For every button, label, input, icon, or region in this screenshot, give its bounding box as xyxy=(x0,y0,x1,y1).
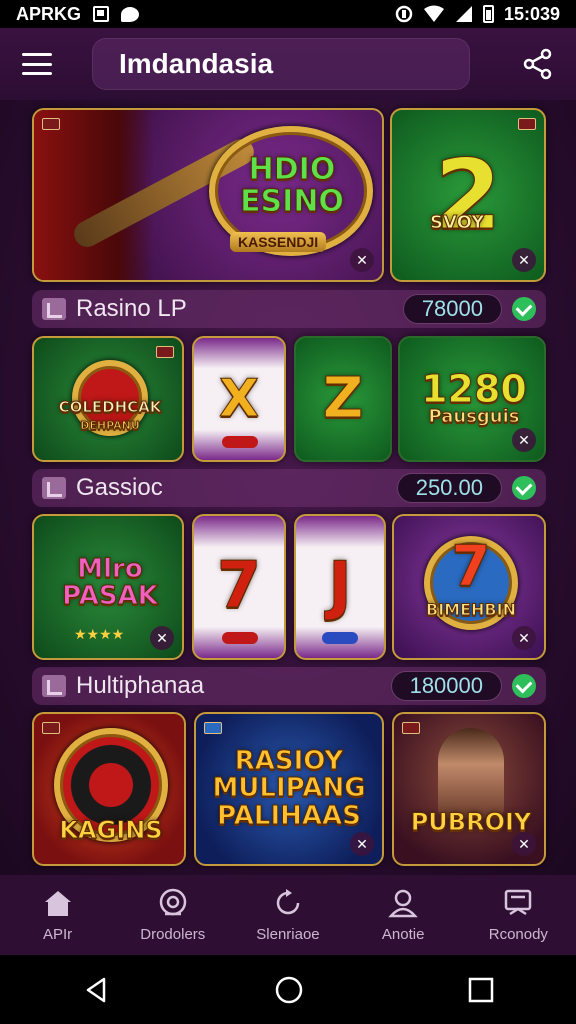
menu-icon[interactable] xyxy=(22,53,52,75)
search-bar[interactable] xyxy=(92,38,494,90)
clock: 15:039 xyxy=(503,3,560,24)
tile-expand-icon[interactable]: ✕ xyxy=(512,832,536,856)
game-tile-1280[interactable]: 1280 Pausguis ✕ xyxy=(398,336,546,462)
game-title: RASIOY MULIPANG PALIHAAS xyxy=(212,746,366,831)
message-icon xyxy=(121,6,140,22)
slot-ribbon xyxy=(222,436,258,448)
tile-expand-icon[interactable]: ✕ xyxy=(512,428,536,452)
app-bar xyxy=(0,28,576,100)
category-icon xyxy=(42,298,66,320)
category-value: 180000 xyxy=(390,671,502,701)
game-subtitle: Pausguis xyxy=(428,406,520,427)
screenshot-icon xyxy=(93,6,110,22)
category-label: Rasino LP xyxy=(76,295,187,322)
game-tile-rasioy[interactable]: RASIOY MULIPANG PALIHAAS ✕ xyxy=(194,712,384,866)
game-tile-z-slot[interactable]: Z xyxy=(294,336,392,462)
game-tile-colehcak[interactable]: COLEDHCAK DEHPANU xyxy=(32,336,184,462)
nav-item-drodolers[interactable]: Drodolers xyxy=(118,888,228,943)
game-title: Mlro PASAK xyxy=(62,554,159,612)
game-tile-pubroiy[interactable]: PUBROIY ✕ xyxy=(392,712,546,866)
status-app-text: APRKG xyxy=(16,3,82,24)
signal-icon xyxy=(455,6,472,22)
category-row-3[interactable]: Hultiphanaa 180000 xyxy=(32,667,546,705)
slot-subtitle: SVOY xyxy=(429,212,485,233)
nav-label: Rconody xyxy=(488,925,548,943)
game-title: KAGINS xyxy=(59,816,163,844)
featured-tile-casino[interactable]: HDIO ESINO KASSENDJI ✕ xyxy=(32,108,384,282)
category-row-1[interactable]: Rasino LP 78000 xyxy=(32,290,546,328)
battery-icon xyxy=(482,5,494,23)
tile-flag xyxy=(42,118,60,130)
slot-ribbon xyxy=(222,632,258,644)
tile-expand-icon[interactable]: ✕ xyxy=(512,248,536,272)
nav-item-home[interactable]: APIr xyxy=(3,888,113,943)
back-icon[interactable] xyxy=(82,976,110,1004)
tile-flag xyxy=(204,722,222,734)
tile-flag xyxy=(156,346,174,358)
game-tile-kagins[interactable]: KAGINS xyxy=(32,712,186,866)
check-icon xyxy=(512,476,536,500)
game-title: 7 xyxy=(216,549,262,624)
game-tile-bimehbin[interactable]: 7 BIMEHBIN ✕ xyxy=(392,514,546,660)
game-tile-j-slot[interactable]: J xyxy=(294,514,386,660)
nav-label: APIr xyxy=(43,925,73,943)
wallet-icon xyxy=(505,889,532,915)
status-bar: APRKG 15:039 xyxy=(0,0,576,28)
slot-ribbon xyxy=(322,632,358,644)
stars-graphic: ★★★★ xyxy=(74,626,125,642)
category-label: Hultiphanaa xyxy=(76,672,205,699)
tile-expand-icon[interactable]: ✕ xyxy=(512,626,536,650)
bottom-nav: APIr Drodolers Slenriaoe Anotie Rconody xyxy=(0,875,576,955)
wifi-icon xyxy=(423,5,444,22)
game-number: 7 xyxy=(451,534,491,599)
nav-label: Slenriaoe xyxy=(256,925,320,943)
tile-expand-icon[interactable]: ✕ xyxy=(350,832,374,856)
game-title: X xyxy=(218,368,260,429)
tile-flag xyxy=(518,118,536,130)
category-row-2[interactable]: Gassioc 250.00 xyxy=(32,469,546,507)
category-icon xyxy=(42,675,66,697)
tile-flag xyxy=(42,722,60,734)
category-value: 250.00 xyxy=(396,473,502,503)
tile-expand-icon[interactable]: ✕ xyxy=(350,248,374,272)
game-subtitle: DEHPANU xyxy=(80,419,141,432)
category-icon xyxy=(42,477,66,499)
tile-flag xyxy=(402,722,420,734)
refresh-icon xyxy=(276,888,300,914)
category-label: Gassioc xyxy=(76,474,163,501)
home-button-icon[interactable] xyxy=(274,975,304,1005)
game-title: 1280 xyxy=(421,367,528,411)
game-tile-seven-slot[interactable]: 7 xyxy=(192,514,286,660)
featured-tile-slot[interactable]: 2 SVOY ✕ xyxy=(390,108,546,282)
tile-expand-icon[interactable]: ✕ xyxy=(150,626,174,650)
nav-label: Anotie xyxy=(381,925,425,943)
target-icon xyxy=(159,888,187,915)
recents-icon[interactable] xyxy=(468,977,494,1003)
character-graphic xyxy=(438,728,504,818)
featured-title: HDIO ESINO xyxy=(240,152,345,219)
featured-ribbon: KASSENDJI xyxy=(230,232,327,252)
check-icon xyxy=(512,297,536,321)
system-nav xyxy=(0,955,576,1024)
nav-label: Drodolers xyxy=(140,925,206,943)
search-input[interactable] xyxy=(119,48,494,80)
category-value: 78000 xyxy=(402,294,502,324)
game-tile-mlro-pasak[interactable]: Mlro PASAK ★★★★ ✕ xyxy=(32,514,184,660)
nav-item-anotie[interactable]: Anotie xyxy=(348,888,458,943)
nav-item-rconody[interactable]: Rconody xyxy=(463,888,573,943)
vibrate-icon xyxy=(395,5,413,23)
game-tile-x-slot[interactable]: X xyxy=(192,336,286,462)
game-title: COLEDHCAK xyxy=(58,398,162,416)
user-icon xyxy=(388,889,418,917)
nav-item-slenriaoe[interactable]: Slenriaoe xyxy=(233,888,343,943)
game-title: Z xyxy=(322,365,364,431)
game-grid: HDIO ESINO KASSENDJI ✕ 2 SVOY ✕ Rasino L… xyxy=(0,100,576,875)
game-subtitle: BIMEHBIN xyxy=(426,600,517,619)
game-title: J xyxy=(328,549,353,624)
home-icon xyxy=(44,890,71,916)
share-icon[interactable] xyxy=(522,48,554,80)
check-icon xyxy=(512,674,536,698)
